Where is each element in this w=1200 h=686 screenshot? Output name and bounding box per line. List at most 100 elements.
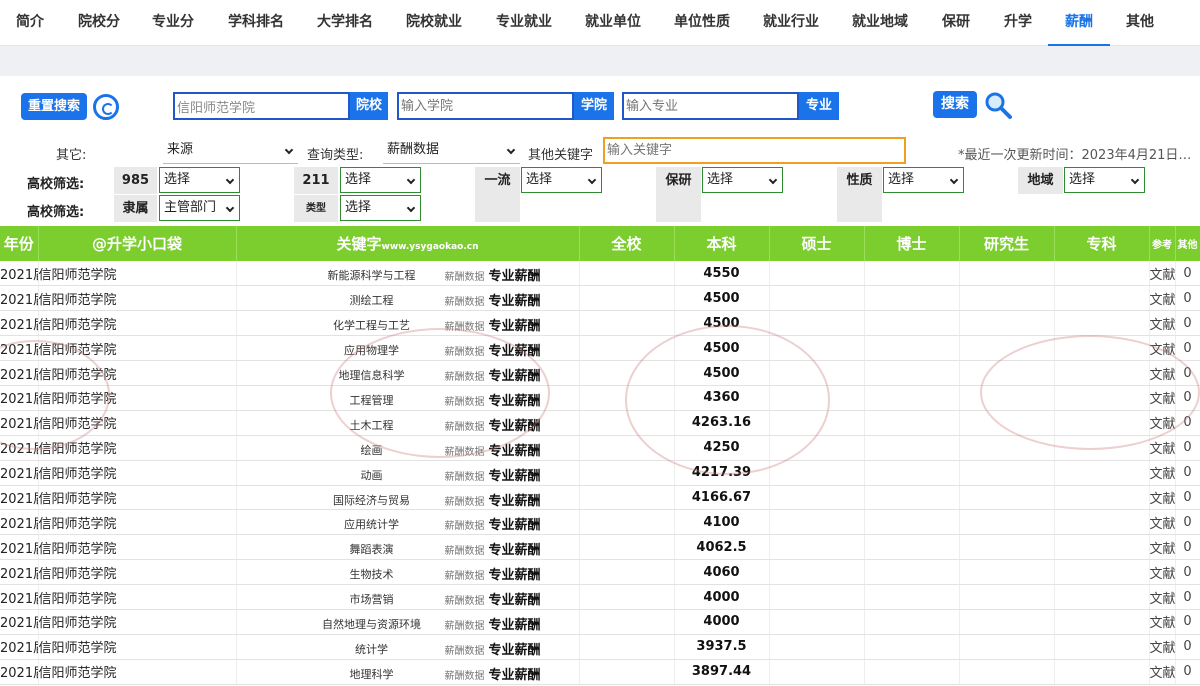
row-type-tag: 专业薪酬	[488, 369, 541, 385]
magnifier-icon[interactable]	[983, 90, 1013, 120]
table-row[interactable]: 2021届信阳师范学院市场营销薪酬数据专业薪酬 4000 文献0	[0, 584, 1200, 610]
row-reference[interactable]: 文献	[1149, 360, 1176, 386]
table-row[interactable]: 2021届信阳师范学院地理信息科学薪酬数据专业薪酬 4500 文献0	[0, 360, 1200, 386]
table-row[interactable]: 2021届信阳师范学院新能源科学与工程薪酬数据专业薪酬 4550 文献0	[0, 261, 1200, 287]
chevron-down-icon	[406, 203, 416, 213]
chevron-down-icon	[1130, 175, 1140, 185]
reset-search-button[interactable]: 重置搜索	[21, 93, 87, 120]
table-row[interactable]: 2021届信阳师范学院国际经济与贸易薪酬数据专业薪酬 4166.67 文献0	[0, 485, 1200, 511]
row-other: 0	[1175, 534, 1200, 561]
tab-major-employment[interactable]: 专业就业	[490, 0, 558, 46]
tab-employer-type[interactable]: 单位性质	[668, 0, 736, 46]
filter-region-select[interactable]: 选择	[1064, 167, 1145, 193]
college-input[interactable]	[397, 92, 574, 120]
col-keyword-site: www.ysygaokao.cn	[381, 242, 479, 252]
table-row[interactable]: 2021届信阳师范学院舞蹈表演薪酬数据专业薪酬 4062.5 文献0	[0, 534, 1200, 561]
row-reference[interactable]: 文献	[1149, 659, 1176, 685]
table-row[interactable]: 2021届信阳师范学院自然地理与资源环境薪酬数据专业薪酬 4000 文献0	[0, 609, 1200, 635]
row-reference[interactable]: 文献	[1149, 509, 1176, 536]
col-master[interactable]: 硕士	[769, 226, 865, 261]
row-type-tag: 专业薪酬	[488, 518, 541, 534]
table-row[interactable]: 2021届信阳师范学院化学工程与工艺薪酬数据专业薪酬 4500 文献0	[0, 310, 1200, 337]
filter-baoyan-select[interactable]: 选择	[702, 167, 783, 193]
tab-school-employment[interactable]: 院校就业	[400, 0, 468, 46]
col-school[interactable]: @升学小口袋	[38, 226, 237, 261]
table-row[interactable]: 2021届信阳师范学院地理科学薪酬数据专业薪酬 3897.44 文献0	[0, 659, 1200, 685]
table-row[interactable]: 2021届信阳师范学院工程管理薪酬数据专业薪酬 4360 文献0	[0, 385, 1200, 411]
row-reference[interactable]: 文献	[1149, 485, 1176, 511]
col-doctor[interactable]: 博士	[864, 226, 960, 261]
filter-985-select[interactable]: 选择	[159, 167, 240, 193]
tab-baoyan[interactable]: 保研	[934, 0, 978, 46]
col-junior[interactable]: 专科	[1054, 226, 1150, 261]
row-year: 2021届	[0, 584, 39, 610]
row-reference[interactable]: 文献	[1149, 534, 1176, 561]
row-reference[interactable]: 文献	[1149, 559, 1176, 586]
filter-baoyan-value: 选择	[707, 172, 734, 187]
row-reference[interactable]: 文献	[1149, 460, 1176, 486]
tab-intro[interactable]: 简介	[6, 0, 54, 46]
row-reference[interactable]: 文献	[1149, 609, 1176, 635]
row-reference[interactable]: 文献	[1149, 310, 1176, 337]
row-reference[interactable]: 文献	[1149, 335, 1176, 362]
row-type-tag: 专业薪酬	[488, 393, 541, 409]
table-row[interactable]: 2021届信阳师范学院生物技术薪酬数据专业薪酬 4060 文献0	[0, 559, 1200, 586]
row-year: 2021届	[0, 385, 39, 411]
table-row[interactable]: 2021届信阳师范学院绘画薪酬数据专业薪酬 4250 文献0	[0, 435, 1200, 461]
row-reference[interactable]: 文献	[1149, 584, 1176, 610]
col-keyword[interactable]: 关键字www.ysygaokao.cn	[236, 226, 580, 261]
tab-other[interactable]: 其他	[1118, 0, 1162, 46]
keyword-input[interactable]	[603, 137, 906, 164]
row-other: 0	[1175, 634, 1200, 660]
row-reference[interactable]: 文献	[1149, 410, 1176, 436]
school-button[interactable]: 院校	[350, 92, 388, 120]
table-row[interactable]: 2021届信阳师范学院测绘工程薪酬数据专业薪酬 4500 文献0	[0, 285, 1200, 312]
row-graduate	[959, 285, 1055, 312]
tab-further-study[interactable]: 升学	[996, 0, 1040, 46]
col-year[interactable]: 年份	[0, 226, 39, 261]
major-button[interactable]: 专业	[799, 92, 839, 120]
table-row[interactable]: 2021届信阳师范学院应用统计学薪酬数据专业薪酬 4100 文献0	[0, 509, 1200, 536]
tab-subject-rank[interactable]: 学科排名	[222, 0, 290, 46]
row-keyword: 绘画 薪酬数据 专业薪酬	[236, 435, 580, 461]
filter-211-label: 211	[294, 167, 338, 194]
row-reference[interactable]: 文献	[1149, 634, 1176, 660]
source-select[interactable]: 来源	[163, 138, 298, 164]
col-graduate[interactable]: 研究生	[959, 226, 1055, 261]
table-row[interactable]: 2021届信阳师范学院动画薪酬数据专业薪酬 4217.39 文献0	[0, 460, 1200, 486]
tab-employer[interactable]: 就业单位	[579, 0, 647, 46]
tab-school-score[interactable]: 院校分	[70, 0, 128, 46]
tab-industry[interactable]: 就业行业	[757, 0, 825, 46]
col-other[interactable]: 其他	[1175, 226, 1200, 261]
tab-major-score[interactable]: 专业分	[144, 0, 202, 46]
table-row[interactable]: 2021届信阳师范学院土木工程薪酬数据专业薪酬 4263.16 文献0	[0, 410, 1200, 436]
refresh-icon[interactable]	[93, 94, 119, 120]
school-input[interactable]	[173, 92, 350, 120]
tab-region[interactable]: 就业地域	[846, 0, 914, 46]
filter-affiliation-select[interactable]: 主管部门	[159, 195, 240, 221]
row-reference[interactable]: 文献	[1149, 285, 1176, 312]
filter-baoyan-label: 保研	[656, 167, 701, 222]
row-school: 信阳师范学院	[38, 485, 237, 511]
row-reference[interactable]: 文献	[1149, 435, 1176, 461]
col-reference[interactable]: 参考	[1149, 226, 1176, 261]
col-bachelor[interactable]: 本科	[674, 226, 770, 261]
college-button[interactable]: 学院	[574, 92, 614, 120]
filter-first-class-select[interactable]: 选择	[521, 167, 602, 193]
query-type-select[interactable]: 薪酬数据	[383, 138, 520, 164]
row-type-tag: 专业薪酬	[488, 418, 541, 434]
filter-211-select[interactable]: 选择	[340, 167, 421, 193]
row-reference[interactable]: 文献	[1149, 385, 1176, 411]
row-graduate	[959, 261, 1055, 287]
tab-university-rank[interactable]: 大学排名	[310, 0, 380, 46]
row-keyword: 化学工程与工艺 薪酬数据 专业薪酬	[236, 310, 580, 337]
col-all[interactable]: 全校	[579, 226, 675, 261]
filter-nature-select[interactable]: 选择	[883, 167, 964, 193]
major-input[interactable]	[622, 92, 799, 120]
search-button[interactable]: 搜索	[933, 91, 977, 118]
tab-salary[interactable]: 薪酬	[1048, 0, 1110, 46]
row-reference[interactable]: 文献	[1149, 261, 1176, 287]
table-row[interactable]: 2021届信阳师范学院应用物理学薪酬数据专业薪酬 4500 文献0	[0, 335, 1200, 362]
filter-type-select[interactable]: 选择	[340, 195, 421, 221]
table-row[interactable]: 2021届信阳师范学院统计学薪酬数据专业薪酬 3937.5 文献0	[0, 634, 1200, 660]
